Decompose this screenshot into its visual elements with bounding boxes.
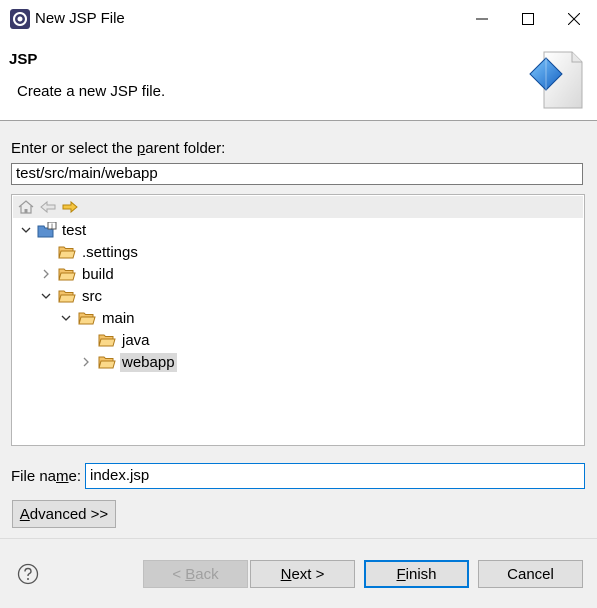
chevron-down-icon[interactable] [61, 313, 71, 323]
file-name-label: File name: [11, 468, 82, 485]
folder-icon [98, 356, 116, 369]
window-title: New JSP File [35, 10, 125, 27]
tree-toolbar [13, 196, 583, 218]
close-button[interactable] [551, 0, 597, 38]
folder-icon [58, 268, 76, 281]
close-icon [568, 13, 580, 25]
tree-node[interactable]: java [12, 329, 584, 351]
page-description: Create a new JSP file. [17, 83, 166, 100]
file-name-input[interactable]: index.jsp [85, 463, 585, 489]
chevron-down-icon[interactable] [21, 225, 31, 235]
project-icon: J [37, 222, 57, 238]
tree-node[interactable]: Jtest [12, 219, 584, 241]
page-title: JSP [9, 51, 38, 68]
home-icon[interactable] [17, 199, 35, 215]
eclipse-app-icon [10, 9, 30, 29]
tree-node-label: webapp [120, 352, 177, 372]
folder-tree[interactable]: Jtest .settings build src main java webapp [11, 194, 585, 446]
title-bar: New JSP File [0, 0, 597, 38]
maximize-button[interactable] [505, 0, 551, 38]
chevron-right-icon[interactable] [41, 269, 51, 279]
button-bar-divider [0, 538, 597, 539]
tree-node-label: test [62, 221, 87, 239]
parent-folder-label: Enter or select the parent folder: [11, 140, 226, 157]
wizard-banner: JSP Create a new JSP file. [0, 38, 597, 121]
minimize-icon [476, 18, 488, 20]
tree-node[interactable]: main [12, 307, 584, 329]
tree-node[interactable]: webapp [12, 351, 584, 373]
chevron-right-icon[interactable] [81, 357, 91, 367]
tree-node-label: .settings [82, 243, 138, 261]
tree-node-label: build [82, 265, 114, 283]
tree-node-label: java [122, 331, 150, 349]
tree-rows: Jtest .settings build src main java webapp [12, 219, 584, 373]
folder-icon [98, 334, 116, 347]
chevron-down-icon[interactable] [41, 291, 51, 301]
folder-icon [58, 290, 76, 303]
help-icon[interactable] [17, 563, 39, 585]
next-button[interactable]: Next > [250, 560, 355, 588]
tree-node-label: main [102, 309, 135, 327]
finish-button[interactable]: Finish [364, 560, 469, 588]
advanced-button[interactable]: Advanced >> [12, 500, 116, 528]
maximize-icon [522, 13, 534, 25]
cancel-button[interactable]: Cancel [478, 560, 583, 588]
minimize-button[interactable] [459, 0, 505, 38]
folder-icon [78, 312, 96, 325]
folder-icon [58, 246, 76, 259]
back-button[interactable]: < Back [143, 560, 248, 588]
tree-node[interactable]: src [12, 285, 584, 307]
tree-node[interactable]: .settings [12, 241, 584, 263]
forward-arrow-icon[interactable] [61, 199, 79, 215]
jsp-wizard-icon [529, 51, 583, 109]
parent-folder-input[interactable]: test/src/main/webapp [11, 163, 583, 185]
tree-node[interactable]: build [12, 263, 584, 285]
svg-text:J: J [50, 223, 53, 230]
back-arrow-icon[interactable] [39, 199, 57, 215]
tree-node-label: src [82, 287, 102, 305]
